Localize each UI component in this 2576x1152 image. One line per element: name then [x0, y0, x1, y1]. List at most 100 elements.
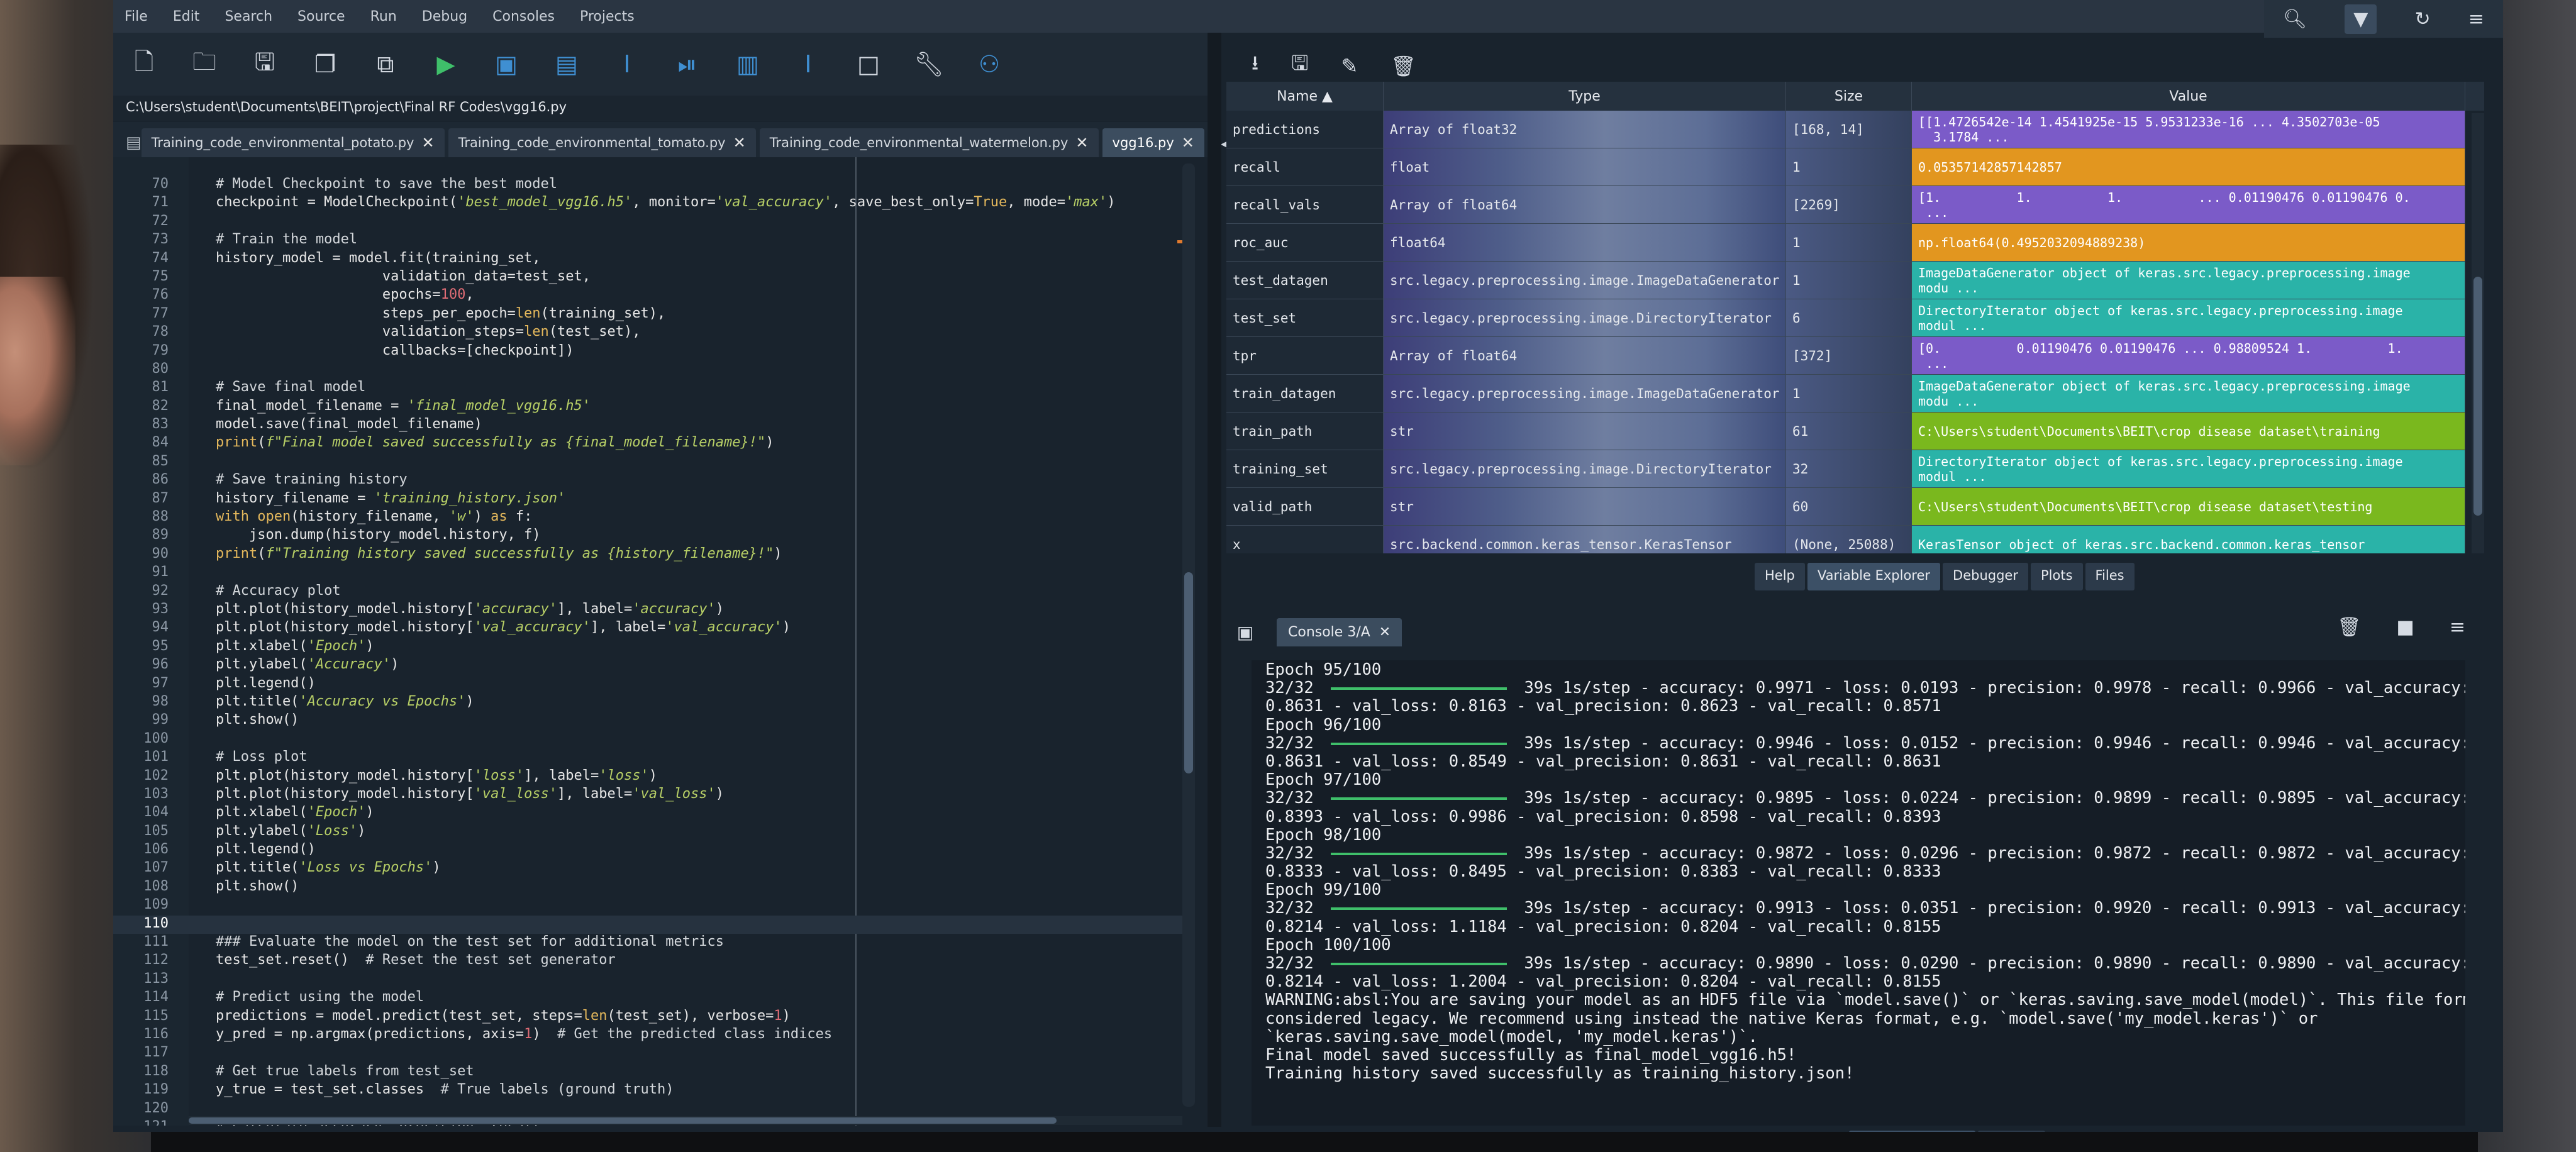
tab-plots[interactable]: Plots: [2030, 563, 2083, 590]
code-line[interactable]: 94 plt.plot(history_model.history['val_a…: [113, 619, 1195, 638]
console-options-icon[interactable]: ≡: [2450, 616, 2465, 638]
table-row[interactable]: test_datagen src.legacy.preprocessing.ima…: [1226, 262, 2484, 299]
maximize-pane-icon[interactable]: □: [850, 46, 887, 82]
table-row[interactable]: valid_path str 60 C:\Users\student\Document…: [1226, 488, 2484, 526]
run-icon[interactable]: ▶: [428, 46, 464, 82]
code-line[interactable]: 99 plt.show(): [113, 712, 1195, 730]
column-header-name[interactable]: Name ▲: [1226, 82, 1384, 111]
code-line[interactable]: 71 checkpoint = ModelCheckpoint('best_mo…: [113, 194, 1195, 213]
code-line[interactable]: 82 final_model_filename = 'final_model_v…: [113, 398, 1195, 416]
code-line[interactable]: 83 model.save(final_model_filename): [113, 416, 1195, 435]
tab-variable-explorer[interactable]: Variable Explorer: [1807, 563, 1941, 590]
close-icon[interactable]: ✕: [1379, 624, 1391, 640]
code-line[interactable]: 84 print(f"Final model saved successfull…: [113, 435, 1195, 453]
wrench-icon[interactable]: 🔧︎: [911, 46, 947, 82]
table-row[interactable]: predictions Array of float32 [168, 14] [[1.…: [1226, 111, 2484, 148]
refresh-icon[interactable]: ↻: [2414, 8, 2430, 30]
browse-tabs-icon[interactable]: ▤: [126, 128, 142, 157]
code-line[interactable]: 114 # Predict using the model: [113, 989, 1195, 1007]
run-selection-icon[interactable]: I: [609, 46, 645, 82]
code-line[interactable]: 96 plt.ylabel('Accuracy'): [113, 656, 1195, 675]
code-line[interactable]: 76 epochs=100,: [113, 287, 1195, 305]
code-line[interactable]: 112 test_set.reset() # Reset the test se…: [113, 952, 1195, 970]
close-tab-icon[interactable]: ✕: [733, 134, 746, 152]
code-line[interactable]: 95 plt.xlabel('Epoch'): [113, 638, 1195, 656]
code-line[interactable]: 90 print(f"Training history saved succes…: [113, 546, 1195, 564]
code-line[interactable]: 81 # Save final model: [113, 379, 1195, 397]
tab-help[interactable]: Help: [1755, 563, 1805, 590]
code-line[interactable]: 109: [113, 897, 1195, 915]
code-line[interactable]: 113: [113, 971, 1195, 989]
tab-training_code_environmental_watermelon-py[interactable]: Training_code_environmental_watermelon.p…: [759, 128, 1099, 157]
editor-horizontal-scrollbar[interactable]: [189, 1116, 1182, 1125]
code-line[interactable]: 86 # Save training history: [113, 472, 1195, 490]
code-editor[interactable]: 70 # Model Checkpoint to save the best m…: [113, 157, 1208, 1126]
tab-ipython-console[interactable]: IPython Console: [1849, 1131, 1976, 1132]
run-cell-advance-icon[interactable]: ▤: [548, 46, 585, 82]
code-line[interactable]: 75 validation_data=test_set,: [113, 269, 1195, 287]
clear-console-icon[interactable]: 🗑︎: [2337, 616, 2361, 638]
table-row[interactable]: roc_auc float64 1 np.float64(0.495203209488…: [1226, 224, 2484, 262]
step-icon[interactable]: ▥: [730, 46, 766, 82]
code-line[interactable]: 115 predictions = model.predict(test_set…: [113, 1008, 1195, 1026]
code-line[interactable]: 106 plt.legend(): [113, 841, 1195, 860]
code-line[interactable]: 93 plt.plot(history_model.history['accur…: [113, 601, 1195, 619]
code-line[interactable]: 87 history_filename = 'training_history.…: [113, 490, 1195, 509]
table-row[interactable]: recall_vals Array of float64 [2269] [1. 1. …: [1226, 186, 2484, 224]
code-line[interactable]: 98 plt.title('Accuracy vs Epochs'): [113, 694, 1195, 712]
code-line[interactable]: 78 validation_steps=len(test_set),: [113, 324, 1195, 342]
code-line[interactable]: 107 plt.title('Loss vs Epochs'): [113, 860, 1195, 878]
console-browse-icon[interactable]: ▣: [1226, 622, 1264, 643]
table-row[interactable]: x src.backend.common.keras_tensor.KerasTe…: [1226, 526, 2484, 553]
tab-debugger[interactable]: Debugger: [1943, 563, 2028, 590]
table-row[interactable]: training_set src.legacy.preprocessing.ima…: [1226, 450, 2484, 488]
debug-continue-icon[interactable]: ⏯: [669, 46, 706, 82]
code-line[interactable]: 70 # Model Checkpoint to save the best m…: [113, 176, 1195, 194]
ipython-console-output[interactable]: Epoch 95/100 32/32 39s 1s/step - accuracy…: [1252, 660, 2465, 1126]
table-row[interactable]: test_set src.legacy.preprocessing.image.D…: [1226, 299, 2484, 337]
code-line[interactable]: 97 plt.legend(): [113, 675, 1195, 694]
close-tab-icon[interactable]: ✕: [421, 134, 434, 152]
column-header-value[interactable]: Value: [1912, 82, 2465, 111]
code-line[interactable]: 72: [113, 213, 1195, 231]
code-line[interactable]: 92 # Accuracy plot: [113, 583, 1195, 601]
scrollbar-thumb[interactable]: [2473, 277, 2482, 516]
tab-console-3a[interactable]: Console 3/A ✕: [1277, 618, 1402, 646]
table-row[interactable]: recall float 1 0.05357142857142857: [1226, 148, 2484, 186]
tab-vgg16-py[interactable]: vgg16.py ✕: [1102, 128, 1204, 157]
table-row[interactable]: train_datagen src.legacy.preprocessing.im…: [1226, 375, 2484, 413]
search-icon[interactable]: 🔍︎: [2283, 8, 2307, 30]
new-window-icon[interactable]: ⧉: [367, 46, 404, 82]
menu-debug[interactable]: Debug: [418, 6, 471, 27]
run-cell-icon[interactable]: ▣: [488, 46, 525, 82]
open-file-icon[interactable]: 🗀︎: [186, 46, 223, 82]
variable-explorer-scrollbar[interactable]: [2472, 113, 2484, 553]
code-line[interactable]: 118 # Get true labels from test_set: [113, 1063, 1195, 1082]
code-line[interactable]: 103 plt.plot(history_model.history['val_…: [113, 786, 1195, 804]
code-line[interactable]: 74 history_model = model.fit(training_se…: [113, 250, 1195, 269]
code-line[interactable]: 101 # Loss plot: [113, 749, 1195, 767]
tab-files[interactable]: Files: [2085, 563, 2135, 590]
code-line[interactable]: 79 callbacks=[checkpoint]): [113, 343, 1195, 361]
code-line[interactable]: 80: [113, 361, 1195, 379]
code-line[interactable]: 110: [113, 915, 1195, 934]
menu-file[interactable]: File: [121, 6, 152, 27]
scrollbar-thumb[interactable]: [1184, 572, 1193, 773]
editor-vertical-scrollbar[interactable]: [1182, 163, 1195, 1107]
code-line[interactable]: 111 ### Evaluate the model on the test s…: [113, 934, 1195, 952]
save-all-icon[interactable]: ❐: [307, 46, 343, 82]
save-icon[interactable]: 🖫︎: [247, 46, 283, 82]
code-line[interactable]: 108 plt.show(): [113, 878, 1195, 897]
new-file-icon[interactable]: 🗋︎: [126, 46, 162, 82]
scrollbar-thumb[interactable]: [189, 1117, 1057, 1124]
menu-search[interactable]: Search: [221, 6, 276, 27]
code-line[interactable]: 116 y_pred = np.argmax(predictions, axis…: [113, 1026, 1195, 1044]
code-line[interactable]: 85: [113, 453, 1195, 472]
close-tab-icon[interactable]: ✕: [1075, 134, 1088, 152]
options-menu-icon[interactable]: ≡: [2468, 8, 2484, 30]
column-header-size[interactable]: Size: [1786, 82, 1912, 111]
table-row[interactable]: tpr Array of float64 [372] [0. 0.01190476 0…: [1226, 337, 2484, 375]
stop-icon[interactable]: ■: [2397, 616, 2414, 638]
code-line[interactable]: 117: [113, 1044, 1195, 1063]
code-line[interactable]: 119 y_true = test_set.classes # True lab…: [113, 1082, 1195, 1100]
